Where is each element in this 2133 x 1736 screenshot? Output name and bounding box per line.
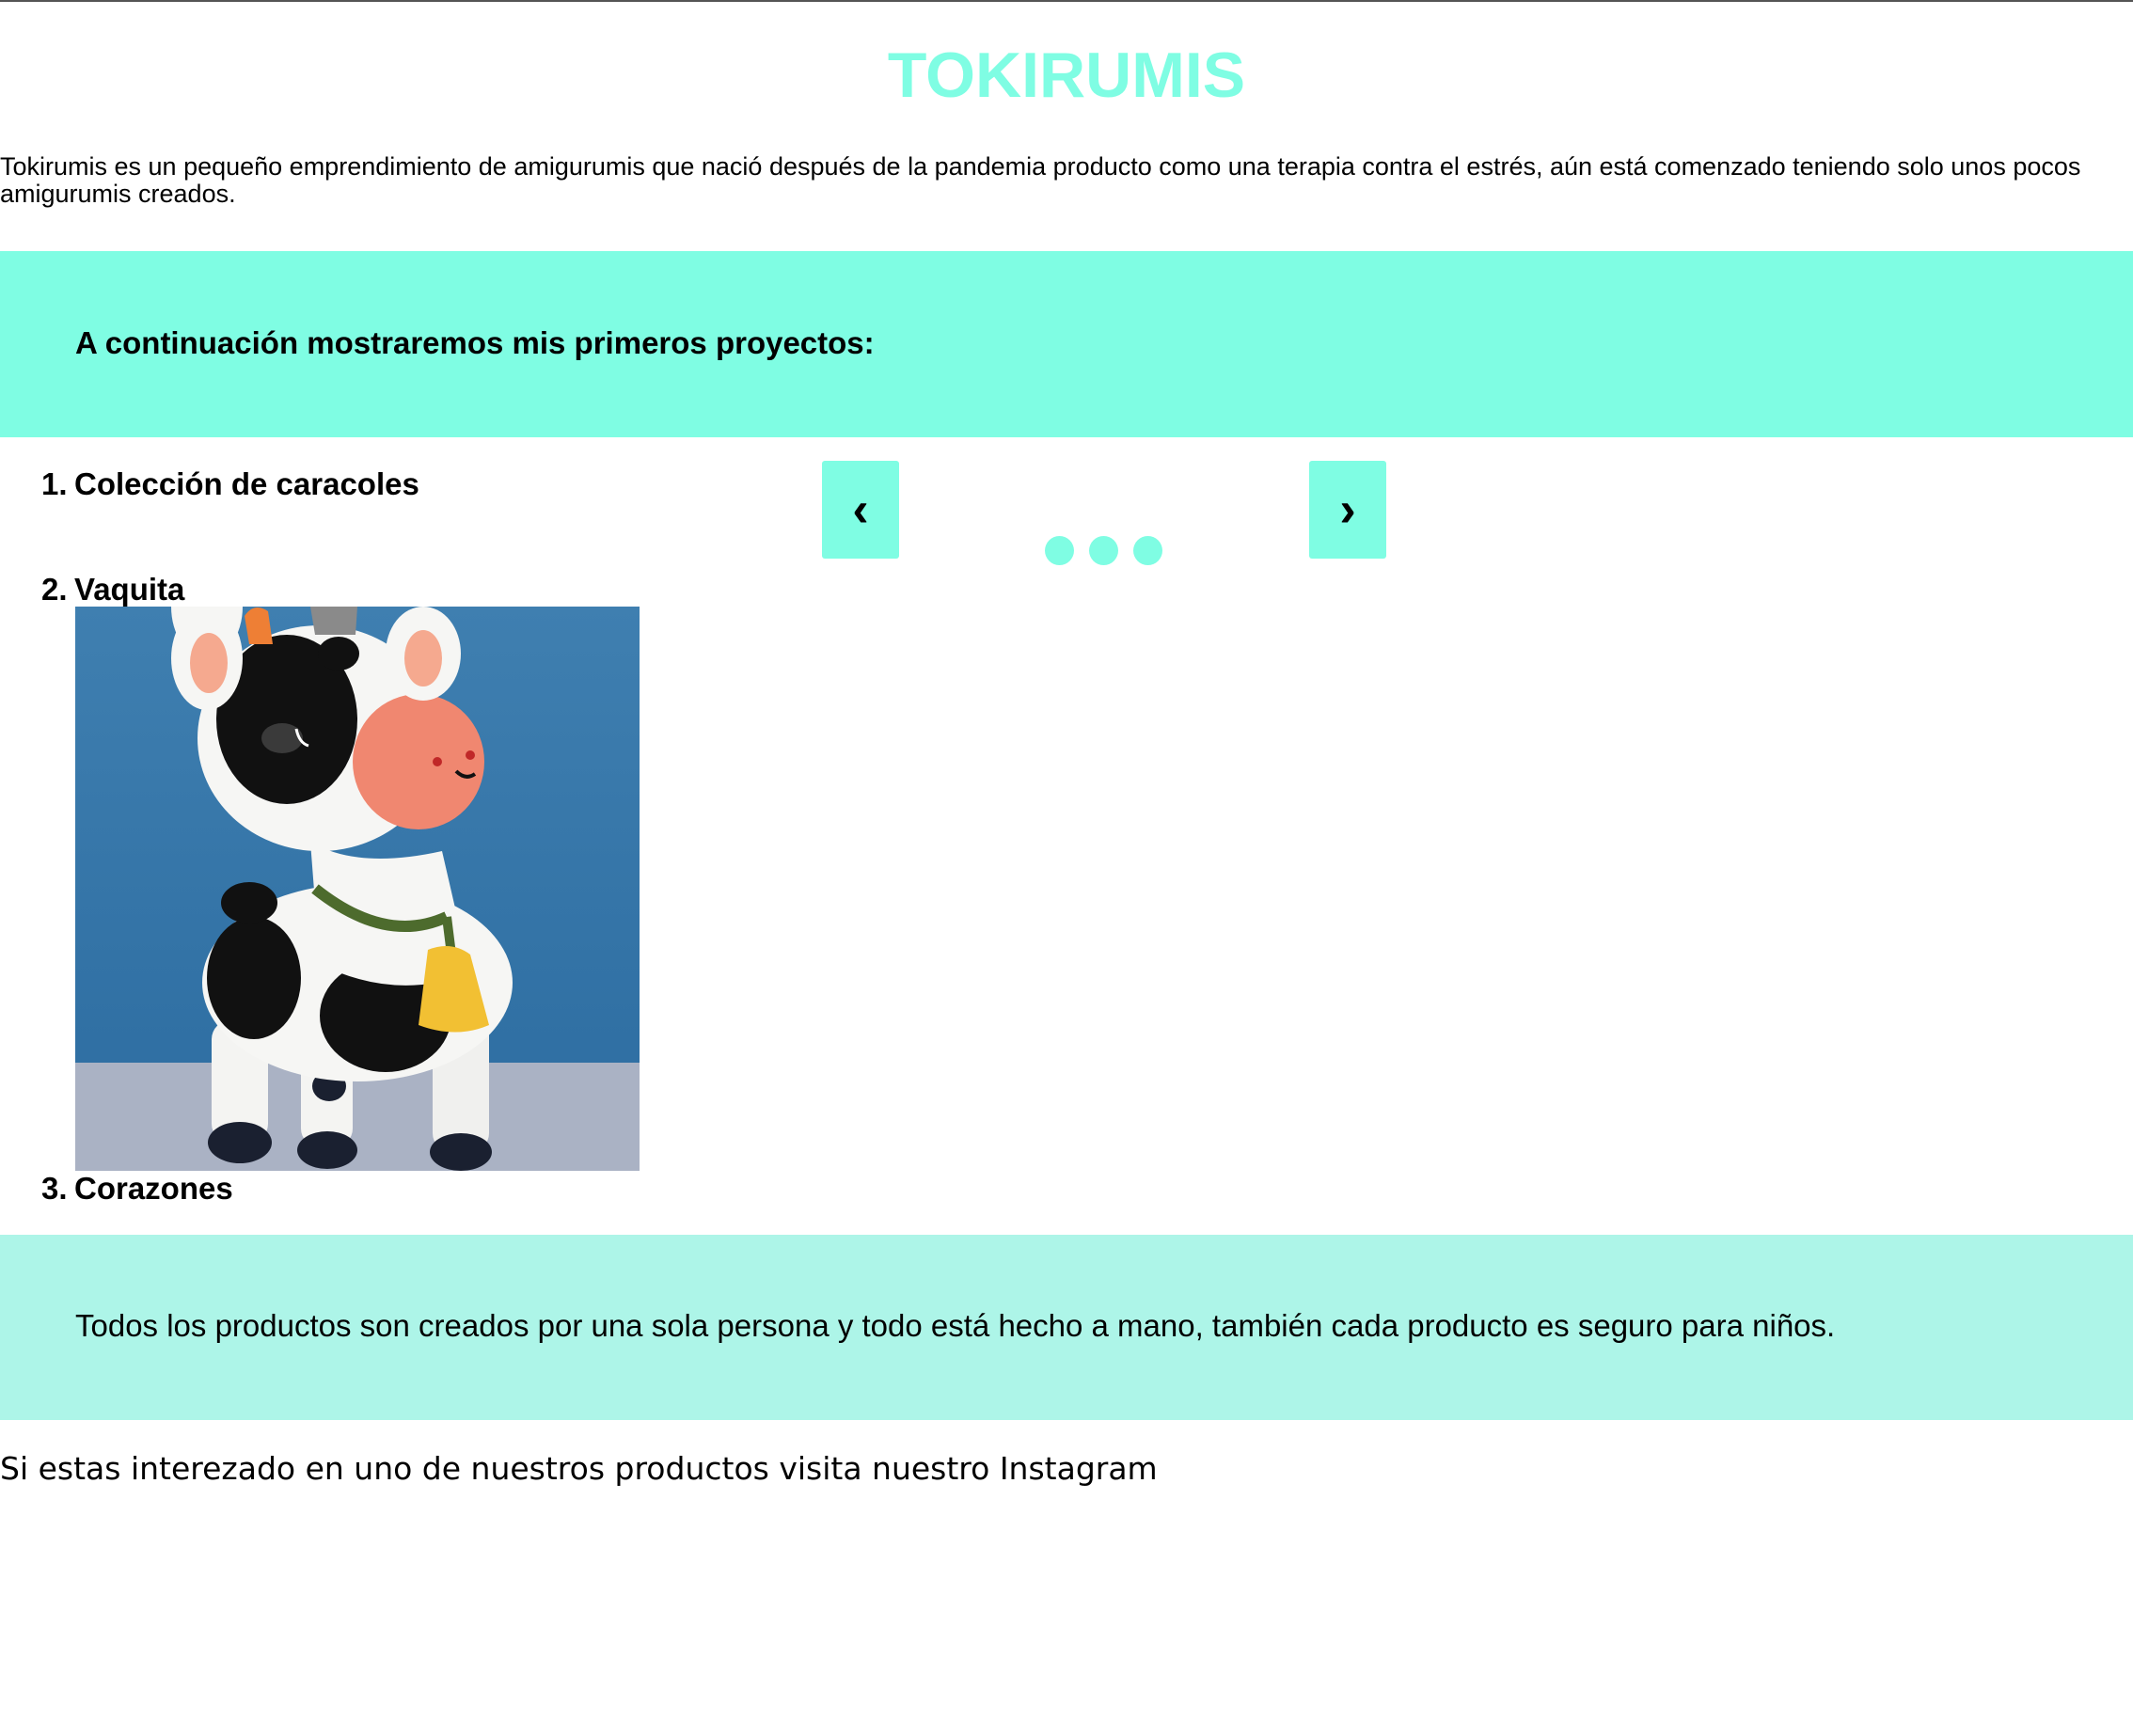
project-item-vaquita: 2. Vaquita	[0, 571, 184, 608]
carousel-next-button[interactable]: ›	[1309, 461, 1386, 559]
project-name: Colección de caracoles	[74, 466, 419, 501]
projects-banner: A continuación mostraremos mis primeros …	[0, 251, 2133, 437]
project-number: 2.	[41, 572, 68, 607]
page-title: TOKIRUMIS	[887, 39, 1246, 111]
carousel-dot-1[interactable]	[1045, 536, 1074, 565]
cow-illustration	[75, 607, 640, 1171]
project-name: Corazones	[74, 1171, 233, 1206]
carousel-dot-3[interactable]	[1133, 536, 1162, 565]
project-item-caracoles: 1. Colección de caracoles	[0, 466, 419, 503]
projects-banner-heading: A continuación mostraremos mis primeros …	[75, 325, 875, 360]
project-item-corazones: 3. Corazones	[0, 1170, 233, 1207]
top-border	[0, 0, 2133, 2]
carousel-prev-button[interactable]: ‹	[822, 461, 899, 559]
info-banner: Todos los productos son creados por una …	[0, 1235, 2133, 1420]
amigurumi-cow-photo	[75, 607, 640, 1171]
intro-paragraph: Tokirumis es un pequeño emprendimiento d…	[0, 152, 2081, 208]
project-number: 1.	[41, 466, 68, 501]
project-number: 3.	[41, 1171, 68, 1206]
instagram-footer-text: Si estas interezado en uno de nuestros p…	[0, 1450, 1158, 1487]
page: TOKIRUMIS Tokirumis es un pequeño empren…	[0, 0, 2133, 1736]
project-name: Vaquita	[74, 572, 185, 607]
carousel-dot-2[interactable]	[1089, 536, 1118, 565]
info-banner-text: Todos los productos son creados por una …	[75, 1308, 1836, 1343]
chevron-right-icon: ›	[1339, 482, 1356, 537]
chevron-left-icon: ‹	[852, 482, 869, 537]
